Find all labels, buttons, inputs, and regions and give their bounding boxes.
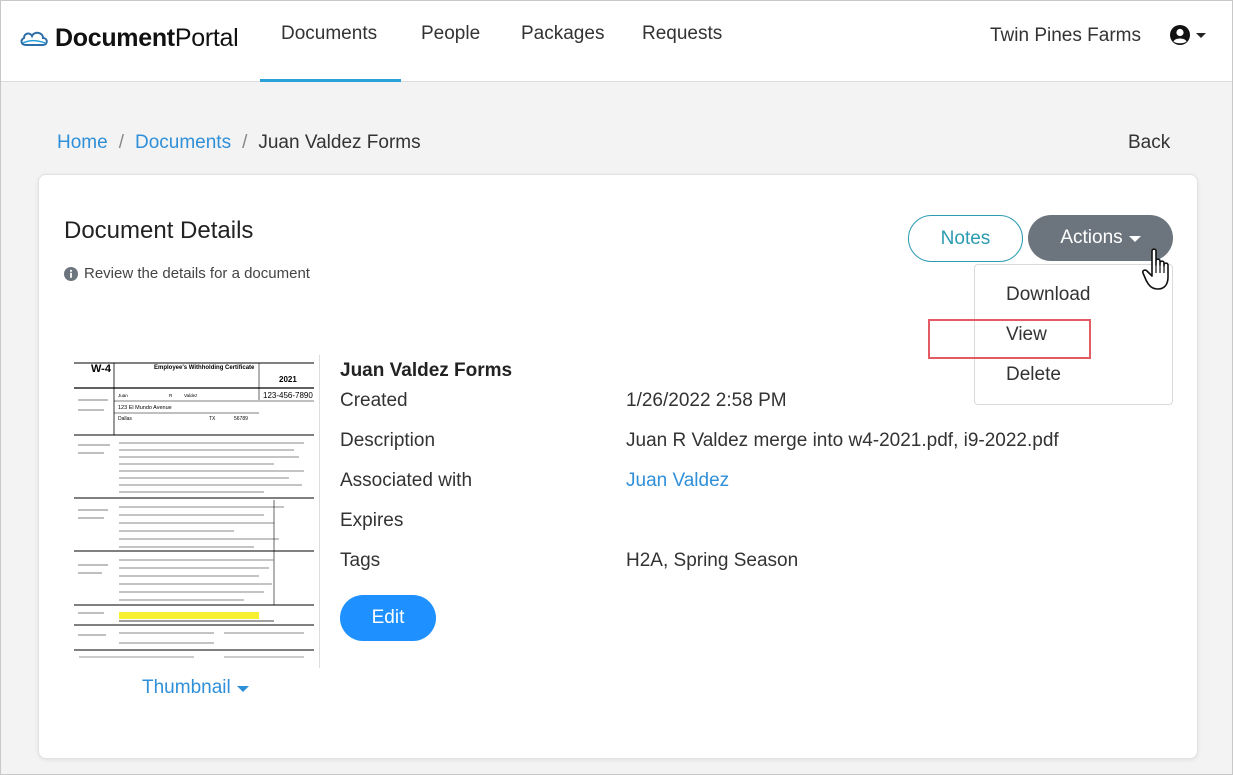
- form-state: TX: [209, 416, 216, 422]
- menu-item-download[interactable]: Download: [1006, 284, 1091, 306]
- info-icon: [64, 266, 78, 281]
- description-label: Description: [340, 430, 436, 451]
- nav-people[interactable]: People: [421, 23, 480, 45]
- caret-down-icon: [236, 686, 249, 692]
- brand[interactable]: DocumentPortal: [19, 23, 239, 53]
- breadcrumb-home[interactable]: Home: [57, 132, 108, 154]
- brand-name: DocumentPortal: [55, 23, 239, 52]
- form-title: Employee's Withholding Certificate: [154, 365, 255, 371]
- form-first-name: Juan: [118, 393, 128, 398]
- org-name: Twin Pines Farms: [990, 25, 1141, 46]
- highlight-box: [928, 319, 1091, 359]
- nav-packages[interactable]: Packages: [521, 23, 604, 45]
- form-zip: 56789: [234, 416, 248, 422]
- document-details-card: Document Details Review the details for …: [38, 174, 1198, 759]
- subtitle-text: Review the details for a document: [84, 265, 310, 282]
- menu-item-delete[interactable]: Delete: [1006, 364, 1061, 386]
- nav-documents[interactable]: Documents: [281, 23, 377, 45]
- top-navbar: DocumentPortal Documents People Packages…: [1, 1, 1232, 82]
- breadcrumb: Home / Documents / Juan Valdez Forms: [57, 132, 421, 154]
- form-address: 123 El Mundo Avenue: [118, 405, 172, 411]
- description-value: Juan R Valdez merge into w4-2021.pdf, i9…: [626, 430, 1059, 451]
- breadcrumb-current: Juan Valdez Forms: [258, 132, 421, 153]
- nav-active-indicator: [260, 79, 401, 82]
- form-year: 2021: [279, 375, 297, 384]
- form-last-name: Valdez: [184, 393, 198, 398]
- thumbnail-label: Thumbnail: [142, 677, 231, 698]
- edit-button-label: Edit: [371, 607, 405, 628]
- back-link[interactable]: Back: [1128, 132, 1170, 154]
- breadcrumb-documents[interactable]: Documents: [135, 132, 231, 154]
- notes-button-label: Notes: [940, 227, 991, 249]
- nav-requests[interactable]: Requests: [642, 23, 722, 45]
- breadcrumb-separator: /: [118, 132, 124, 153]
- expires-label: Expires: [340, 510, 404, 531]
- page-title: Document Details: [64, 217, 254, 244]
- user-menu-toggle[interactable]: [1169, 24, 1208, 46]
- document-thumbnail[interactable]: W-4 Employee's Withholding Certificate 2…: [74, 355, 320, 668]
- associated-with-link[interactable]: Juan Valdez: [626, 470, 729, 492]
- form-id: W-4: [91, 363, 112, 375]
- created-value: 1/26/2022 2:58 PM: [626, 390, 787, 411]
- cloud-logo-icon: [20, 31, 48, 46]
- user-circle-icon: [1170, 25, 1190, 45]
- associated-with-label: Associated with: [340, 470, 473, 491]
- caret-down-icon: [1128, 236, 1141, 242]
- notes-button[interactable]: Notes: [908, 215, 1023, 262]
- hand-pointer-cursor-icon: [1142, 248, 1169, 290]
- tags-label: Tags: [340, 550, 381, 571]
- actions-button-label: Actions: [1060, 227, 1123, 248]
- breadcrumb-separator: /: [242, 132, 248, 153]
- thumbnail-dropdown[interactable]: Thumbnail: [142, 677, 249, 699]
- form-city: Dallas: [118, 416, 132, 422]
- w4-form-preview: W-4 Employee's Withholding Certificate 2…: [74, 355, 314, 668]
- form-ssn: 123-456-7890: [263, 391, 313, 400]
- card-subtitle: Review the details for a document: [64, 265, 310, 282]
- edit-button[interactable]: Edit: [340, 595, 436, 641]
- created-label: Created: [340, 390, 408, 411]
- chevron-down-icon: [1196, 33, 1206, 38]
- document-name: Juan Valdez Forms: [340, 360, 513, 381]
- tags-value: H2A, Spring Season: [626, 550, 799, 571]
